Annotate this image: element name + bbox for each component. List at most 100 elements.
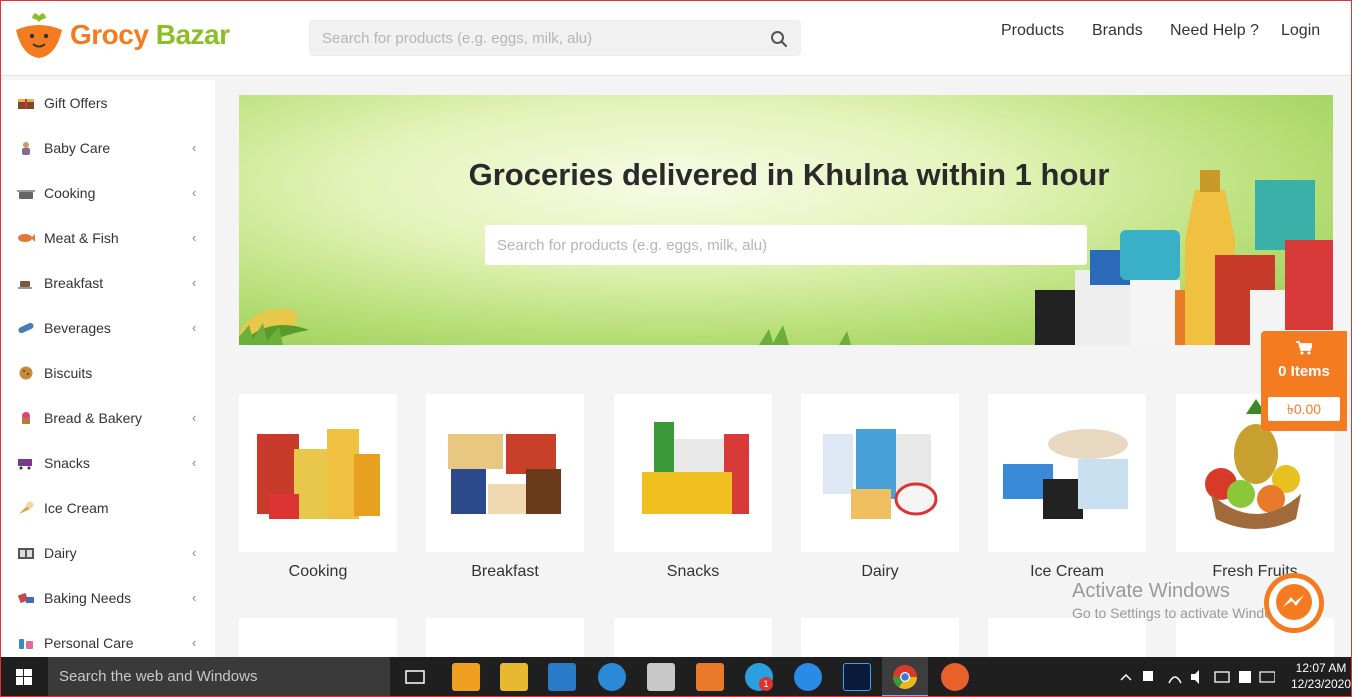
- start-button[interactable]: [0, 657, 48, 697]
- grocery-products-illustration: [1035, 170, 1333, 345]
- personal-care-icon: [19, 638, 33, 649]
- messenger-icon: [1269, 578, 1319, 628]
- nav-products[interactable]: Products: [1001, 22, 1064, 40]
- category-card[interactable]: [614, 618, 772, 658]
- sidebar-item-breakfast[interactable]: Breakfast ‹: [0, 260, 215, 305]
- chevron-left-icon: ‹: [192, 230, 197, 245]
- chevron-left-icon: ‹: [192, 635, 197, 650]
- sidebar-item-label: Gift Offers: [44, 94, 108, 111]
- snack-cart-icon: [18, 458, 32, 469]
- chevron-left-icon: ‹: [192, 275, 197, 290]
- baking-icon: [17, 592, 34, 603]
- sublime-text-icon[interactable]: [452, 663, 480, 691]
- sidebar-item-personal-care[interactable]: Personal Care ‹: [0, 620, 215, 657]
- ice-cream-icon: [19, 501, 34, 514]
- skype-notification-badge: 1: [759, 677, 773, 691]
- sidebar-item-label: Meat & Fish: [44, 229, 119, 246]
- clock-date: 12/23/2020: [1290, 677, 1352, 691]
- sidebar-item-bread-bakery[interactable]: Bread & Bakery ‹: [0, 395, 215, 440]
- taskbar-search[interactable]: Search the web and Windows: [48, 657, 390, 697]
- category-card[interactable]: [426, 618, 584, 658]
- chevron-left-icon: ‹: [192, 590, 197, 605]
- sidebar-item-label: Biscuits: [44, 364, 93, 381]
- file-explorer-icon[interactable]: [500, 663, 528, 691]
- header-search: [309, 20, 801, 56]
- ice-cream-products-image: [1003, 429, 1128, 519]
- messenger-chat-button[interactable]: [1264, 573, 1324, 633]
- logo-word-bazar: Bazar: [155, 19, 230, 50]
- nav-login[interactable]: Login: [1281, 22, 1320, 40]
- floating-cart[interactable]: 0 Items ৳0.00: [1261, 331, 1347, 431]
- sidebar-item-dairy[interactable]: Dairy ‹: [0, 530, 215, 575]
- category-card[interactable]: [801, 618, 959, 658]
- category-card-snacks[interactable]: [614, 394, 772, 552]
- task-view-icon[interactable]: [403, 665, 427, 689]
- category-label[interactable]: Snacks: [614, 563, 772, 581]
- category-label[interactable]: Cooking: [239, 563, 397, 581]
- sidebar-item-label: Dairy: [44, 544, 77, 561]
- snipping-tool-icon[interactable]: [647, 663, 675, 691]
- sidebar-item-meat-fish[interactable]: Meat & Fish ‹: [0, 215, 215, 260]
- baby-icon: [22, 141, 30, 155]
- site-logo[interactable]: Grocy Bazar: [12, 10, 230, 60]
- taskbar-clock[interactable]: 12:07 AM 12/23/2020: [1290, 660, 1352, 692]
- chevron-left-icon: ‹: [192, 140, 197, 155]
- carrot-logo-icon: [16, 13, 62, 58]
- sidebar-item-snacks[interactable]: Snacks ‹: [0, 440, 215, 485]
- chrome-taskbar-active[interactable]: [882, 657, 928, 697]
- category-card[interactable]: [988, 618, 1146, 658]
- sidebar-item-baby-care[interactable]: Baby Care ‹: [0, 125, 215, 170]
- breakfast-products-image: [448, 434, 561, 514]
- cookie-icon: [19, 366, 33, 379]
- cooking-products-image: [257, 429, 380, 519]
- chevron-left-icon: ‹: [192, 455, 197, 470]
- header-search-input[interactable]: [310, 21, 750, 55]
- system-tray-icons[interactable]: [1115, 657, 1275, 697]
- category-label[interactable]: Ice Cream: [988, 563, 1146, 581]
- snacks-products-image: [642, 422, 749, 514]
- watermark-title: Activate Windows: [1072, 580, 1230, 602]
- clock-time: 12:07 AM: [1295, 661, 1347, 675]
- edge-icon[interactable]: [598, 663, 626, 691]
- sidebar-item-baking-needs[interactable]: Baking Needs ‹: [0, 575, 215, 620]
- cart-total: ৳0.00: [1268, 397, 1340, 421]
- coffee-cup-icon: [18, 280, 32, 289]
- sidebar-item-label: Personal Care: [44, 634, 134, 651]
- category-card-ice-cream[interactable]: [988, 394, 1146, 552]
- category-card-dairy[interactable]: [801, 394, 959, 552]
- vscode-icon[interactable]: [548, 663, 576, 691]
- sidebar-item-ice-cream[interactable]: Ice Cream: [0, 485, 215, 530]
- sidebar-item-biscuits[interactable]: Biscuits: [0, 350, 215, 395]
- sidebar-item-label: Snacks: [44, 454, 90, 471]
- sidebar-item-beverages[interactable]: Beverages ‹: [0, 305, 215, 350]
- logo-text: Grocy Bazar: [70, 19, 230, 51]
- chevron-left-icon: ‹: [192, 545, 197, 560]
- category-label[interactable]: Dairy: [801, 563, 959, 581]
- banner-search-input[interactable]: [485, 225, 1087, 265]
- sidebar-item-label: Baby Care: [44, 139, 111, 156]
- nav-need-help[interactable]: Need Help ?: [1170, 22, 1259, 40]
- category-card-breakfast[interactable]: [426, 394, 584, 552]
- watermark-subtitle: Go to Settings to activate Windows.: [1072, 605, 1293, 621]
- zoom-icon[interactable]: [794, 663, 822, 691]
- xampp-icon[interactable]: [696, 663, 724, 691]
- site-header: Grocy Bazar Products Brands Need Help ? …: [0, 0, 1352, 76]
- category-label[interactable]: Breakfast: [426, 563, 584, 581]
- sidebar-item-label: Ice Cream: [44, 499, 109, 516]
- activate-windows-watermark: Activate Windows Go to Settings to activ…: [1072, 580, 1293, 621]
- fish-icon: [18, 233, 35, 242]
- dairy-icon: [18, 547, 34, 559]
- cooking-pot-icon: [17, 189, 35, 199]
- sidebar-item-gift-offers[interactable]: Gift Offers: [0, 80, 215, 125]
- category-card[interactable]: [239, 618, 397, 658]
- sidebar-item-cooking[interactable]: Cooking ‹: [0, 170, 215, 215]
- category-card-cooking[interactable]: [239, 394, 397, 552]
- search-icon[interactable]: [770, 30, 788, 48]
- chevron-left-icon: ‹: [192, 410, 197, 425]
- firefox-icon[interactable]: [941, 663, 969, 691]
- nav-brands[interactable]: Brands: [1092, 22, 1143, 40]
- sidebar-item-label: Bread & Bakery: [44, 409, 143, 426]
- photoshop-icon[interactable]: [843, 663, 871, 691]
- chevron-left-icon: ‹: [192, 320, 197, 335]
- category-sidebar: Gift Offers Baby Care ‹ Cooking ‹ Meat &…: [0, 80, 215, 657]
